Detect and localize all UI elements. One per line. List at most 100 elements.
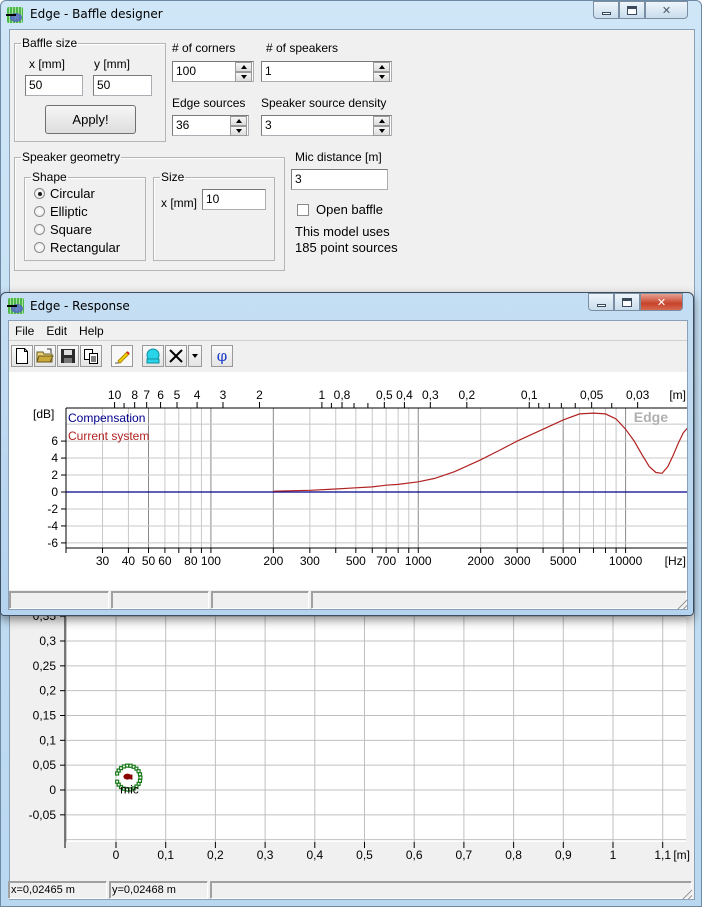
geometry-plot-axes: 0,350,30,250,20,150,10,050-0,050 0,1 0,2 0,… <box>29 609 690 862</box>
arrow-up-icon <box>235 119 242 123</box>
y-tick-label: 2 <box>51 468 58 482</box>
geo-x-tick-label: 0,9 <box>555 848 572 862</box>
speaker-geometry-label: Speaker geometry <box>22 150 121 164</box>
phase-phi-icon: φ <box>216 347 228 365</box>
y-tick-label: 4 <box>51 451 58 465</box>
shape-radio-square[interactable]: Square <box>34 222 92 237</box>
geo-y-tick-label: -0,05 <box>29 808 57 822</box>
size-x-input[interactable]: 10 <box>202 189 266 210</box>
shape-radio-elliptic[interactable]: Elliptic <box>34 204 88 219</box>
apply-button[interactable]: Apply! <box>45 105 136 134</box>
shape-radio-circular[interactable]: Circular <box>34 186 95 201</box>
geo-y-tick-label: 0 <box>49 783 56 797</box>
delete-dropdown-button[interactable] <box>188 345 202 367</box>
corners-spin-buttons[interactable] <box>235 62 252 82</box>
size-group: Size <box>153 170 275 261</box>
x-tick-label: 2000 <box>467 554 494 568</box>
open-baffle-checkbox[interactable]: Open baffle <box>297 202 383 217</box>
corners-up-button[interactable] <box>235 62 252 72</box>
minimize-button[interactable] <box>588 293 614 311</box>
draw-button[interactable] <box>111 345 133 367</box>
minimize-button[interactable] <box>593 1 619 19</box>
top-tick-label: 5 <box>174 388 181 402</box>
baffle-x-input[interactable]: 50 <box>25 75 83 96</box>
top-tick-label: 0,4 <box>396 388 413 402</box>
geo-y-tick-label: 0,3 <box>39 634 56 648</box>
new-file-icon <box>16 348 28 364</box>
phase-button[interactable]: φ <box>211 345 233 367</box>
edge-sources-down-button[interactable] <box>230 126 247 136</box>
radio-button[interactable] <box>34 242 45 253</box>
y-tick-label: 0 <box>51 485 58 499</box>
radio-button[interactable] <box>34 188 45 199</box>
top-tick-label: 0,2 <box>458 388 475 402</box>
shape-radio-rectangular[interactable]: Rectangular <box>34 240 120 255</box>
menu-help[interactable]: Help <box>73 321 110 340</box>
speaker-density-spin-buttons[interactable] <box>373 116 390 136</box>
baffle-y-input[interactable]: 50 <box>93 75 152 96</box>
x-tick-label: 300 <box>300 554 320 568</box>
geo-x-tick-label: 0,1 <box>157 848 174 862</box>
response-chart-area[interactable]: 6 4 2 0 -2 -4 -6 [dB] 30 40 50 60 80 100 200 300 500 700 1… <box>9 372 689 590</box>
save-disk-icon <box>61 349 75 363</box>
top-tick-label: 0,5 <box>376 388 393 402</box>
size-label: Size <box>161 170 185 184</box>
radio-button[interactable] <box>34 206 45 217</box>
new-button[interactable] <box>11 345 33 367</box>
arrow-up-icon <box>378 65 385 69</box>
minimize-icon <box>601 11 611 15</box>
x-tick-label: 80 <box>184 554 198 568</box>
geo-x-tick-label: 0,8 <box>505 848 522 862</box>
y-tick-label: -4 <box>47 519 58 533</box>
size-x-label: x [mm] <box>161 196 197 210</box>
top-tick-label: 2 <box>256 388 263 402</box>
menu-file[interactable]: File <box>9 321 40 340</box>
speaker-density-spinner[interactable]: 3 <box>261 115 392 137</box>
x-tick-label: 30 <box>96 554 110 568</box>
top-tick-label: 0,1 <box>521 388 538 402</box>
arrow-up-icon <box>378 119 385 123</box>
corners-spinner[interactable]: 100 <box>172 61 254 83</box>
speaker-button[interactable] <box>142 345 164 367</box>
response-status-panel-3 <box>211 591 309 609</box>
response-window-title: Edge - Response <box>30 299 130 313</box>
edge-watermark: Edge <box>634 409 668 425</box>
edge-sources-up-button[interactable] <box>230 116 247 126</box>
response-client-area: File Edit Help φ 6 4 2 0 -2 -4 -6 [dB] 3… <box>8 320 689 610</box>
maximize-icon <box>622 297 632 307</box>
delete-button[interactable] <box>165 345 187 367</box>
response-window: Edge - Response ✕ File Edit Help φ 6 4 2… <box>0 292 694 616</box>
speakers-up-button[interactable] <box>373 62 390 72</box>
arrow-down-icon <box>378 75 385 79</box>
top-tick-label: 0,8 <box>334 388 351 402</box>
y-tick-label: -6 <box>47 536 58 550</box>
speakers-down-button[interactable] <box>373 72 390 82</box>
arrow-down-icon <box>235 129 242 133</box>
speaker-density-down-button[interactable] <box>373 126 390 136</box>
edge-sources-spinner[interactable]: 36 <box>172 115 249 137</box>
response-chart: 6 4 2 0 -2 -4 -6 [dB] 30 40 50 60 80 100 200 300 500 700 1… <box>33 388 689 568</box>
top-tick-label: 3 <box>220 388 227 402</box>
corners-down-button[interactable] <box>235 72 252 82</box>
close-button[interactable]: ✕ <box>640 293 683 311</box>
radio-button[interactable] <box>34 224 45 235</box>
save-button[interactable] <box>57 345 79 367</box>
model-info-line2: 185 point sources <box>295 240 398 255</box>
top-tick-label: 1 <box>319 388 326 402</box>
arrow-down-icon <box>378 129 385 133</box>
maximize-button[interactable] <box>614 293 640 311</box>
mic-distance-input[interactable]: 3 <box>291 169 388 190</box>
edge-sources-spin-buttons[interactable] <box>230 116 247 136</box>
menu-edit[interactable]: Edit <box>40 321 73 340</box>
status-panel-empty <box>210 881 692 899</box>
checkbox[interactable] <box>297 203 309 216</box>
maximize-button[interactable] <box>619 1 645 19</box>
speaker-density-up-button[interactable] <box>373 116 390 126</box>
copy-button[interactable] <box>80 345 102 367</box>
close-button[interactable]: ✕ <box>645 1 688 19</box>
speakers-spin-buttons[interactable] <box>373 62 390 82</box>
speakers-spinner[interactable]: 1 <box>261 61 392 83</box>
top-tick-label: 7 <box>143 388 150 402</box>
geo-x-tick-label: 1 <box>610 848 617 862</box>
open-button[interactable] <box>34 345 56 367</box>
